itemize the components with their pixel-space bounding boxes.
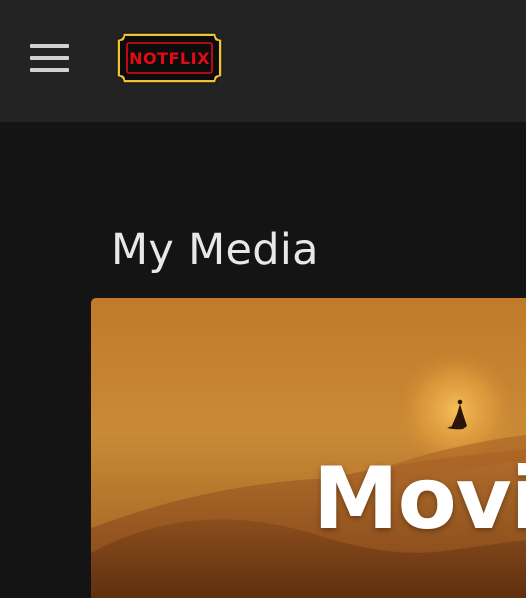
hamburger-menu-icon[interactable]: [30, 44, 70, 74]
media-card-movie[interactable]: Movie: [91, 298, 526, 598]
menu-bar-line: [30, 56, 69, 60]
logo-text: NOTFLIX: [129, 49, 210, 68]
card-artwork: [91, 298, 526, 598]
notflix-logo[interactable]: NOTFLIX: [116, 32, 223, 84]
top-bar: NOTFLIX: [0, 0, 526, 122]
logo-ticket-icon: NOTFLIX: [116, 32, 223, 84]
menu-bar-line: [30, 68, 69, 72]
menu-bar-line: [30, 44, 69, 48]
media-card-label: Movie: [313, 449, 526, 549]
page-title: My Media: [111, 225, 319, 275]
